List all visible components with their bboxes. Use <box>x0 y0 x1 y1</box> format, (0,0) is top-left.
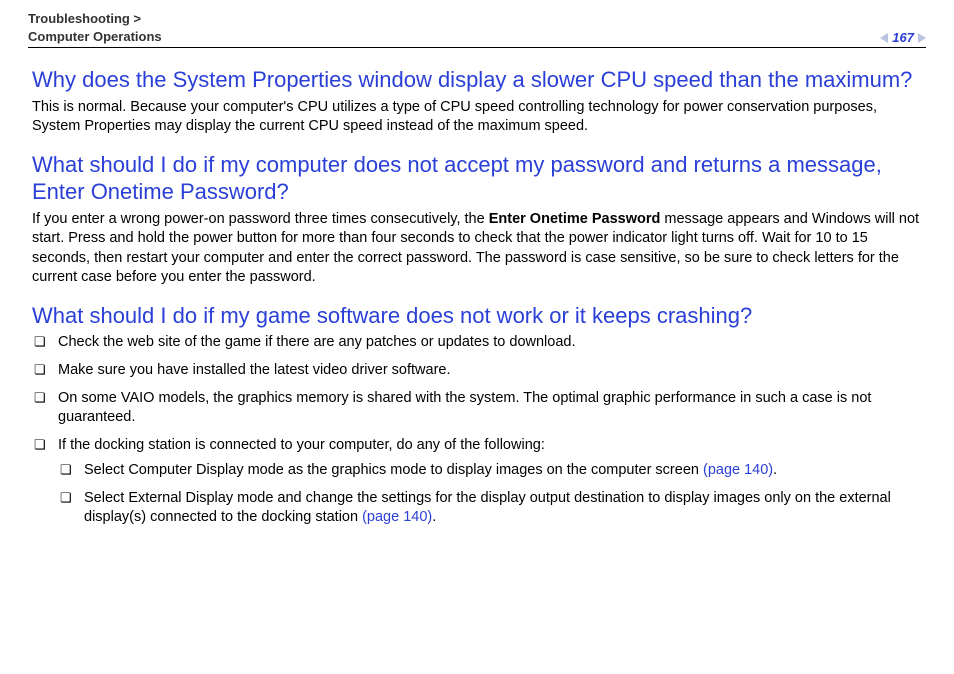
page-content: Why does the System Properties window di… <box>28 66 926 528</box>
faq-body-cpu-speed: This is normal. Because your computer's … <box>32 98 922 137</box>
page-number: 167 <box>892 30 914 45</box>
list-item: On some VAIO models, the graphics memory… <box>32 389 922 428</box>
page-number-nav: 167 <box>880 30 926 45</box>
page-header: Troubleshooting > Computer Operations 16… <box>28 10 926 48</box>
prev-page-icon[interactable] <box>880 33 888 43</box>
list-item: Select Computer Display mode as the grap… <box>58 461 922 481</box>
list-item: Check the web site of the game if there … <box>32 333 922 353</box>
text-fragment: Select External Display mode and change … <box>84 490 891 526</box>
text-fragment: . <box>773 462 777 478</box>
bold-text: Enter Onetime Password <box>489 211 661 227</box>
faq-heading-game-crash: What should I do if my game software doe… <box>32 302 922 330</box>
faq-sublist: Select Computer Display mode as the grap… <box>58 461 922 528</box>
faq-body-onetime-password: If you enter a wrong power-on password t… <box>32 210 922 288</box>
list-item: Select External Display mode and change … <box>58 489 922 528</box>
text-fragment: Select Computer Display mode as the grap… <box>84 462 703 478</box>
breadcrumb-line2: Computer Operations <box>28 29 162 44</box>
faq-list-game-crash: Check the web site of the game if there … <box>32 333 922 528</box>
breadcrumb-line1: Troubleshooting > <box>28 11 141 26</box>
faq-heading-cpu-speed: Why does the System Properties window di… <box>32 66 922 94</box>
list-item: If the docking station is connected to y… <box>32 436 922 528</box>
page-link[interactable]: (page 140) <box>703 462 773 478</box>
list-item: Make sure you have installed the latest … <box>32 361 922 381</box>
text-fragment: If the docking station is connected to y… <box>58 437 545 453</box>
page-link[interactable]: (page 140) <box>362 509 432 525</box>
breadcrumb: Troubleshooting > Computer Operations <box>28 10 162 45</box>
text-fragment: . <box>432 509 436 525</box>
next-page-icon[interactable] <box>918 33 926 43</box>
faq-heading-onetime-password: What should I do if my computer does not… <box>32 151 922 206</box>
text-fragment: If you enter a wrong power-on password t… <box>32 211 489 227</box>
